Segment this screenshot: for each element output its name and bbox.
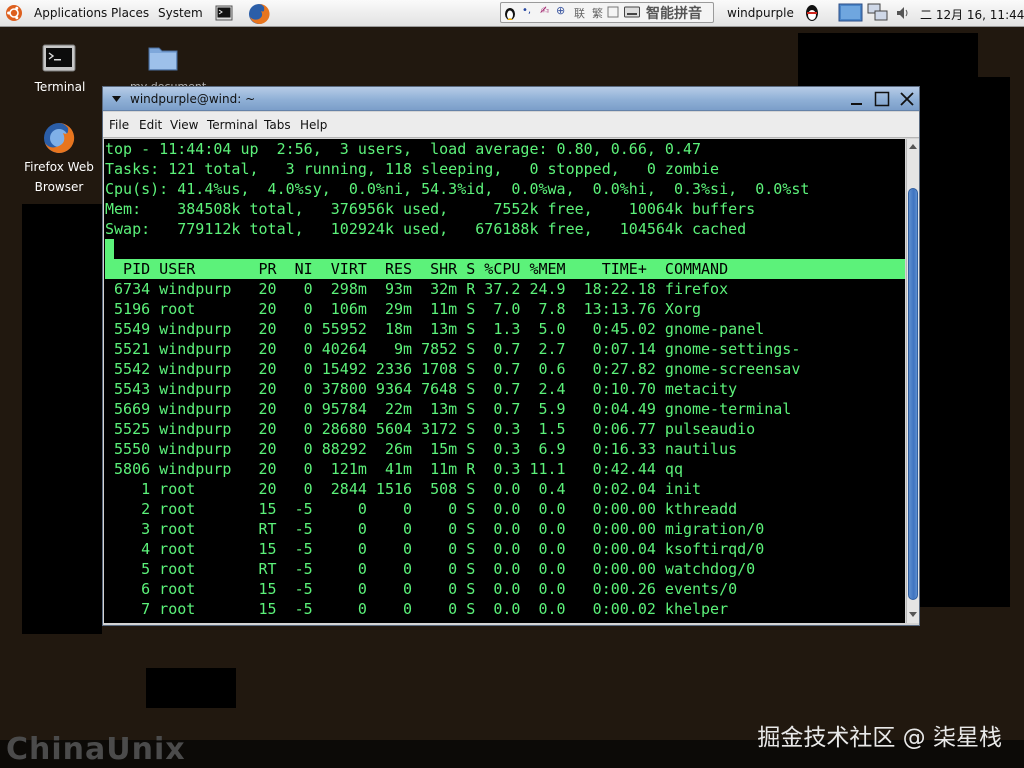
menu-view[interactable]: View	[170, 118, 198, 132]
traditional-toggle[interactable]: 繁	[592, 5, 603, 21]
title-bar[interactable]: windpurple@wind: ~	[103, 87, 919, 111]
process-row: 1 root 20 0 2844 1516 508 S 0.0 0.4 0:02…	[105, 480, 702, 498]
desktop-switcher-icon[interactable]	[838, 2, 864, 24]
process-row: 6734 windpurp 20 0 298m 93m 32m R 37.2 2…	[105, 280, 729, 298]
menu-tabs[interactable]: Tabs	[264, 118, 291, 132]
process-row: 5196 root 20 0 106m 29m 11m S 7.0 7.8 13…	[105, 300, 702, 318]
process-header: PID USER PR NI VIRT RES SHR S %CPU %MEM …	[105, 260, 729, 278]
window-title: windpurple@wind: ~	[130, 92, 256, 106]
scroll-up-arrow[interactable]	[909, 144, 917, 149]
firefox-desktop-label-2[interactable]: Browser	[20, 180, 98, 194]
scrollbar-thumb[interactable]	[908, 188, 918, 600]
terminal-launcher-icon[interactable]	[215, 4, 233, 22]
terminal-desktop-icon[interactable]	[42, 44, 76, 74]
process-row: 5543 windpurp 20 0 37800 9364 7648 S 0.7…	[105, 380, 738, 398]
network-icon[interactable]	[867, 3, 889, 23]
penguin-icon[interactable]	[503, 5, 517, 21]
associate-toggle[interactable]: 联	[574, 5, 585, 21]
terminal-desktop-label[interactable]: Terminal	[32, 80, 88, 94]
process-row: 5525 windpurp 20 0 28680 5604 3172 S 0.3…	[105, 420, 756, 438]
firefox-desktop-icon[interactable]	[42, 121, 76, 155]
watermark: 掘金技术社区 @ 柒星栈	[757, 725, 1002, 751]
process-row: 5669 windpurp 20 0 95784 22m 13m S 0.7 5…	[105, 400, 792, 418]
firefox-desktop-label-1[interactable]: Firefox Web	[20, 160, 98, 174]
menu-help[interactable]: Help	[300, 118, 327, 132]
process-row: 5 root RT -5 0 0 0 S 0.0 0.0 0:00.00 wat…	[105, 560, 756, 578]
top-cpu-line: Cpu(s): 41.4%us, 4.0%sy, 0.0%ni, 54.3%id…	[105, 180, 810, 198]
user-name[interactable]: windpurple	[727, 6, 794, 20]
qq-icon[interactable]	[803, 3, 821, 23]
desktop-dark-region	[146, 668, 236, 708]
process-row: 5806 windpurp 20 0 121m 41m 11m R 0.3 11…	[105, 460, 683, 478]
desktop-dark-region	[22, 204, 102, 634]
top-mem-line: Mem: 384508k total, 376956k used, 7552k …	[105, 200, 756, 218]
fullwidth-icon[interactable]	[607, 6, 619, 18]
system-menu[interactable]: System	[158, 6, 203, 20]
folder-desktop-icon[interactable]	[148, 44, 178, 72]
top-swap-line: Swap: 779112k total, 102924k used, 67618…	[105, 220, 747, 238]
soft-keyboard-pen-icon[interactable]: ✍	[540, 4, 549, 17]
firefox-launcher-icon[interactable]	[248, 3, 270, 25]
ubuntu-logo-icon[interactable]	[5, 4, 23, 22]
close-icon[interactable]	[899, 91, 915, 107]
process-row: 7 root 15 -5 0 0 0 S 0.0 0.0 0:00.02 khe…	[105, 600, 729, 618]
terminal-window[interactable]: windpurple@wind: ~ File Edit View Termin…	[102, 86, 920, 626]
chinese-punct-icon[interactable]: •,	[522, 5, 531, 16]
process-row: 5521 windpurp 20 0 40264 9m 7852 S 0.7 2…	[105, 340, 801, 358]
places-menu[interactable]: Places	[111, 6, 149, 20]
chinaunix-logo: ChinaUnix	[6, 732, 186, 767]
menu-file[interactable]: File	[109, 118, 129, 132]
terminal-cursor	[105, 239, 114, 259]
process-row: 2 root 15 -5 0 0 0 S 0.0 0.0 0:00.00 kth…	[105, 500, 738, 518]
clock[interactable]: 二 12月 16, 11:44	[920, 6, 1024, 23]
process-row: 5550 windpurp 20 0 88292 26m 15m S 0.3 6…	[105, 440, 738, 458]
top-panel: Applications Places System •, ✍ ⊕ 联 繁 智能…	[0, 0, 1024, 27]
lookup-icon[interactable]: ⊕	[556, 4, 565, 17]
desktop-dark-region	[798, 33, 978, 77]
keyboard-icon[interactable]	[624, 6, 640, 18]
window-menu-icon[interactable]	[112, 96, 121, 102]
menu-edit[interactable]: Edit	[139, 118, 162, 132]
process-row: 5542 windpurp 20 0 15492 2336 1708 S 0.7…	[105, 360, 801, 378]
process-row: 6 root 15 -5 0 0 0 S 0.0 0.0 0:00.26 eve…	[105, 580, 738, 598]
maximize-icon[interactable]	[874, 91, 890, 107]
menu-bar: File Edit View Terminal Tabs Help	[103, 112, 919, 138]
terminal-output[interactable]: top - 11:44:04 up 2:56, 3 users, load av…	[104, 139, 905, 623]
process-row: 4 root 15 -5 0 0 0 S 0.0 0.0 0:00.04 kso…	[105, 540, 765, 558]
process-row: 3 root RT -5 0 0 0 S 0.0 0.0 0:00.00 mig…	[105, 520, 765, 538]
top-uptime-line: top - 11:44:04 up 2:56, 3 users, load av…	[105, 140, 702, 158]
process-row: 5549 windpurp 20 0 55952 18m 13m S 1.3 5…	[105, 320, 765, 338]
input-method-label[interactable]: 智能拼音	[646, 3, 702, 23]
scroll-down-arrow[interactable]	[909, 612, 917, 617]
menu-terminal[interactable]: Terminal	[207, 118, 258, 132]
applications-menu[interactable]: Applications	[34, 6, 107, 20]
top-tasks-line: Tasks: 121 total, 3 running, 118 sleepin…	[105, 160, 720, 178]
volume-icon[interactable]	[895, 4, 911, 22]
minimize-icon[interactable]	[849, 92, 865, 107]
